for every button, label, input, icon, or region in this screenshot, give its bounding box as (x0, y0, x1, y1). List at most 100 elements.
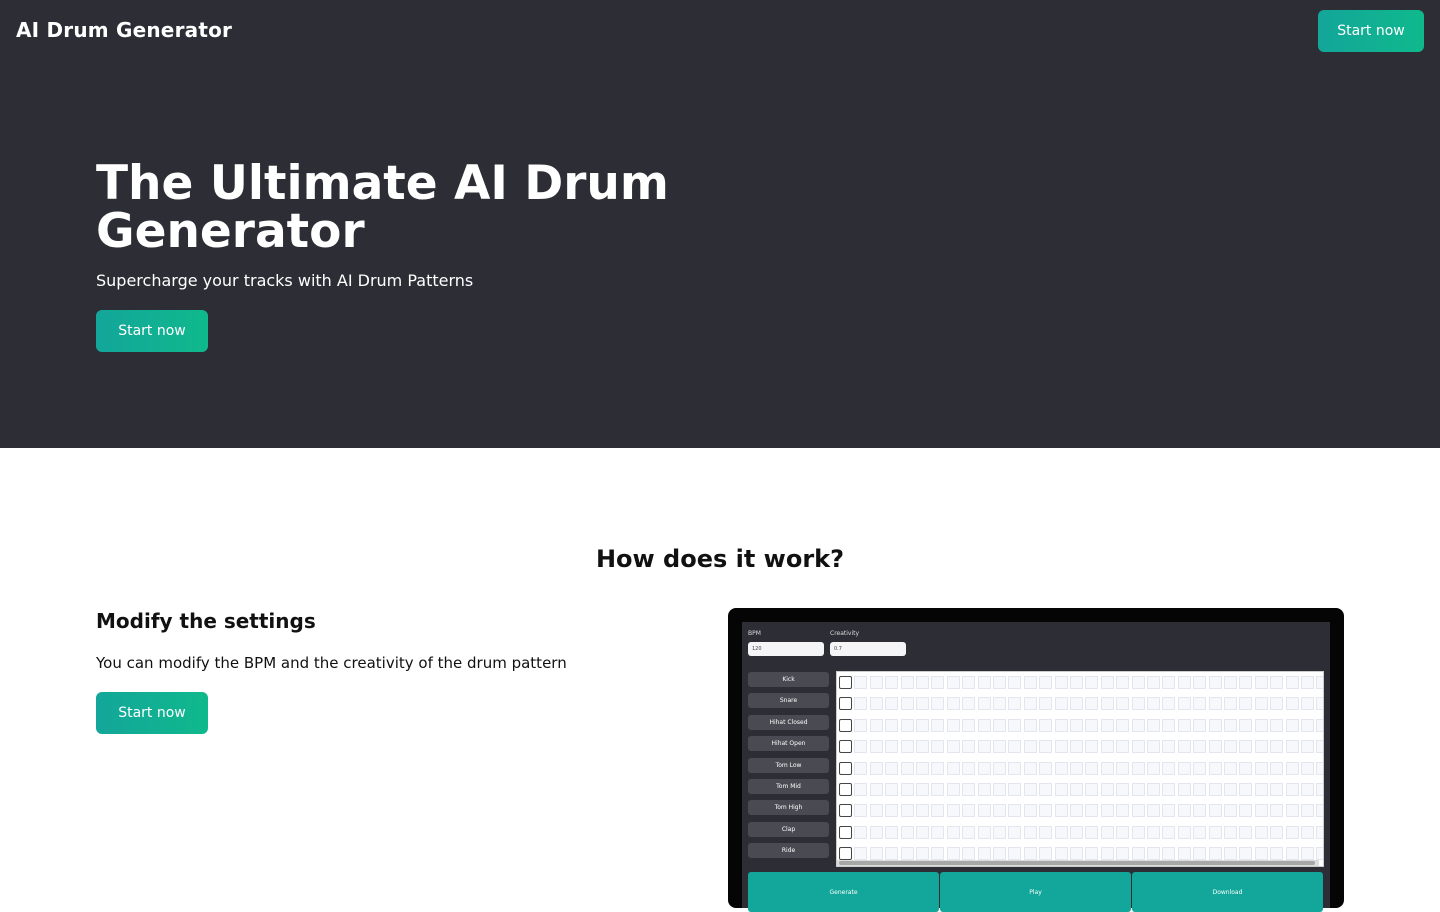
step-cell (916, 783, 929, 796)
step-cell (1131, 804, 1145, 818)
step-cell (1162, 847, 1176, 861)
step-cell (1008, 740, 1022, 754)
step-cell (931, 697, 945, 711)
step-cell (1008, 804, 1022, 818)
brand-logo[interactable]: AI Drum Generator (16, 18, 232, 42)
step-cell (993, 697, 1006, 711)
step-cell (1116, 676, 1130, 689)
step-cell (916, 847, 929, 861)
step-cell (1116, 804, 1130, 818)
step-cell (1301, 740, 1314, 754)
step-cell (854, 676, 868, 689)
step-cell (1270, 676, 1284, 689)
step-cell (977, 718, 991, 732)
track-button: Tom Mid (748, 779, 829, 794)
creativity-label: Creativity (830, 630, 860, 637)
step-cell (900, 718, 914, 732)
step-cell (993, 740, 1006, 754)
step-cell (854, 783, 868, 796)
step-cell (1208, 676, 1222, 689)
step-cell (1085, 676, 1099, 689)
step-cell (1239, 804, 1253, 818)
step-cell (839, 740, 852, 754)
step-cell (1131, 697, 1145, 711)
step-cell (900, 761, 914, 775)
step-start-button[interactable]: Start now (96, 692, 208, 734)
step-cell (931, 676, 945, 689)
step-cell (962, 718, 976, 732)
step-cell (1193, 718, 1207, 732)
header-start-button[interactable]: Start now (1318, 10, 1424, 52)
step-cell (1177, 804, 1191, 818)
step-cell (1116, 847, 1130, 861)
step-cell (1208, 740, 1222, 754)
step-cell (1023, 847, 1037, 861)
step-cell (1162, 804, 1176, 818)
step-cell (931, 740, 945, 754)
step-cell (1208, 804, 1222, 818)
generate-button: Generate (748, 872, 939, 912)
step-cell (1162, 718, 1176, 732)
step-cell (977, 804, 991, 818)
grid-row (837, 736, 1323, 757)
step-cell (1070, 718, 1083, 732)
grid-row (837, 779, 1323, 800)
step-cell (1270, 804, 1284, 818)
grid-row (837, 800, 1323, 821)
step-cell (1316, 825, 1323, 839)
step-cell (1193, 847, 1207, 861)
step-cell (1177, 697, 1191, 711)
step-cell (1131, 718, 1145, 732)
step-cell (1039, 676, 1053, 689)
step-cell (885, 761, 899, 775)
hero-start-button[interactable]: Start now (96, 310, 208, 352)
step-cell (1193, 740, 1207, 754)
step-cell (1270, 847, 1284, 861)
step-cell (946, 847, 960, 861)
step-cell (900, 804, 914, 818)
step-cell (869, 676, 883, 689)
step-cell (977, 825, 991, 839)
grid-row (837, 672, 1323, 693)
step-cell (977, 740, 991, 754)
step-cell (1254, 847, 1268, 861)
step-cell (869, 825, 883, 839)
step-cell (1285, 761, 1299, 775)
step-cell (962, 783, 976, 796)
step-cell (900, 783, 914, 796)
step-cell (916, 825, 929, 839)
step-cell (1162, 761, 1176, 775)
step-cell (1008, 761, 1022, 775)
track-button: Tom Low (748, 757, 829, 773)
step-cell (1131, 847, 1145, 861)
step-cell (854, 718, 868, 732)
step-cell (1116, 761, 1130, 775)
step-cell (1301, 825, 1314, 839)
step-cell (1085, 825, 1099, 839)
step-cell (946, 740, 960, 754)
step-cell (1301, 761, 1314, 775)
step-cell (1316, 697, 1323, 711)
step-cell (1147, 697, 1160, 711)
step-cell (1254, 825, 1268, 839)
step-cell (962, 676, 976, 689)
step-cell (1054, 761, 1068, 775)
step-cell (885, 740, 899, 754)
step-cell (900, 676, 914, 689)
step-cell (854, 697, 868, 711)
step-cell (1116, 718, 1130, 732)
step-cell (1162, 783, 1176, 796)
step-cell (1008, 697, 1022, 711)
step-cell (993, 804, 1006, 818)
step-cell (1039, 718, 1053, 732)
step-cell (1270, 697, 1284, 711)
step-cell (1131, 825, 1145, 839)
step-cell (1301, 697, 1314, 711)
step-cell (1100, 718, 1114, 732)
track-button: Hihat Open (748, 736, 829, 752)
grid-row (837, 822, 1323, 843)
step-cell (1193, 761, 1207, 775)
step-cell (1316, 676, 1323, 689)
step-cell (962, 825, 976, 839)
step-cell (1208, 825, 1222, 839)
